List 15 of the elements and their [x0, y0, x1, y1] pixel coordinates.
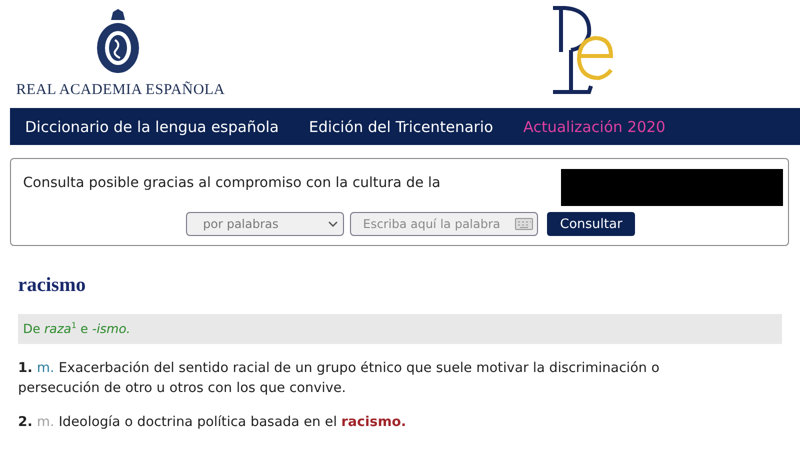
definition: 2. m. Ideología o doctrina política basada en el racismo. [18, 413, 408, 432]
nav-link[interactable]: Diccionario de la lengua española [25, 118, 279, 136]
chevron-icon [328, 221, 338, 227]
search-mode-select[interactable]: por palabras [186, 212, 344, 236]
word-link[interactable]: racismo. [341, 414, 406, 430]
etymology-text: De raza$^{1}$ e -ismo. [23, 321, 130, 337]
academy-name: REAL ACADEMIA ESPAÑOLA [16, 82, 225, 99]
definition: 1. m. Exacerbación del sentido racial de un grupo étnico que suele motivar la discriminación o persecución de otro u otros con los que convive. [18, 359, 660, 398]
search-field[interactable]: Escriba aquí la palabra [350, 212, 538, 236]
nav-link[interactable]: Actualización 2020 [523, 118, 666, 136]
nav-link[interactable]: Edición del Tricentenario [308, 118, 494, 136]
headword: racismo [18, 274, 87, 297]
keyboard-icon[interactable] [515, 218, 533, 230]
sponsor-text: Consulta posible gracias al compromiso con la cultura de la [23, 175, 440, 191]
search-button[interactable]: Consultar [547, 212, 636, 236]
